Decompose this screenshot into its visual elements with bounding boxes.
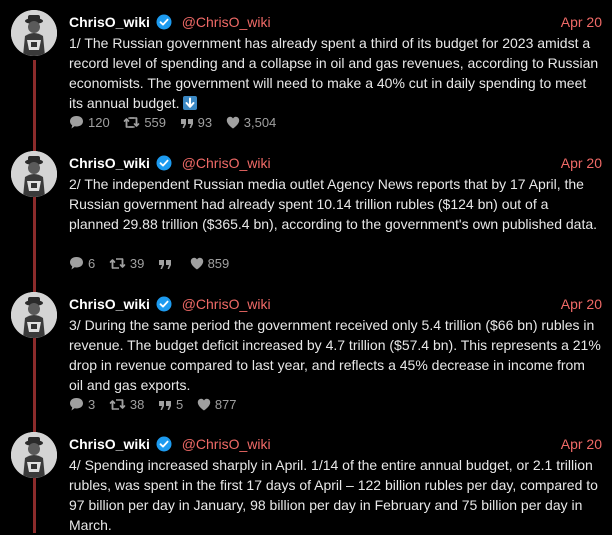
reply-button[interactable]: 6 <box>69 255 95 273</box>
verified-badge-icon <box>156 155 172 176</box>
tweet-date[interactable]: Apr 20 <box>561 12 602 32</box>
quote-button[interactable]: 5 <box>158 396 183 414</box>
avatar-image <box>11 292 57 338</box>
avatar[interactable] <box>11 292 57 338</box>
reply-icon <box>70 257 83 270</box>
retweet-button[interactable]: 559 <box>123 114 166 132</box>
author-name[interactable]: ChrisO_wiki <box>69 155 150 171</box>
tweet-date[interactable]: Apr 20 <box>561 434 602 454</box>
tweet-text: 2/ The independent Russian media outlet … <box>69 176 598 232</box>
avatar[interactable] <box>11 432 57 478</box>
tweet-text: 3/ During the same period the government… <box>69 317 601 393</box>
tweet-actions: 3 38 5 877 <box>69 396 247 414</box>
tweet-header: ChrisO_wiki @ChrisO_wiki Apr 20 <box>69 12 602 32</box>
author-handle[interactable]: @ChrisO_wiki <box>182 436 271 452</box>
reply-count: 6 <box>88 256 96 271</box>
quote-button[interactable] <box>158 255 176 273</box>
author-handle[interactable]: @ChrisO_wiki <box>182 14 271 30</box>
retweet-icon <box>109 399 126 410</box>
reply-count: 120 <box>88 115 110 130</box>
author-handle[interactable]: @ChrisO_wiki <box>182 155 271 171</box>
tweet-header: ChrisO_wiki @ChrisO_wiki Apr 20 <box>69 294 602 314</box>
tweet-date[interactable]: Apr 20 <box>561 294 602 314</box>
verified-badge-icon <box>156 296 172 317</box>
retweet-button[interactable]: 38 <box>109 396 144 414</box>
verified-badge-icon <box>156 436 172 457</box>
reply-button[interactable]: 120 <box>69 114 110 132</box>
tweet-text-content: 1/ The Russian government has already sp… <box>69 35 599 111</box>
tweet-actions: 120 559 93 3,504 <box>69 114 286 132</box>
like-button[interactable]: 877 <box>197 396 237 414</box>
quote-count: 5 <box>175 397 184 412</box>
author-name[interactable]: ChrisO_wiki <box>69 296 150 312</box>
avatar-image <box>11 10 57 56</box>
avatar-image <box>11 151 57 197</box>
retweet-icon <box>124 117 140 128</box>
heart-icon <box>197 398 211 411</box>
avatar[interactable] <box>11 10 57 56</box>
reply-icon <box>70 398 83 411</box>
tweet-text: 1/ The Russian government has already sp… <box>69 33 602 113</box>
tweet-text: 4/ Spending increased sharply in April. … <box>69 457 598 533</box>
reply-button[interactable]: 3 <box>69 396 95 414</box>
like-count: 877 <box>214 397 237 412</box>
quote-count: 93 <box>197 115 213 130</box>
like-button[interactable]: 859 <box>190 255 230 273</box>
reply-count: 3 <box>88 397 96 412</box>
like-count: 3,504 <box>243 115 277 130</box>
verified-badge-icon <box>156 14 172 35</box>
like-button[interactable]: 3,504 <box>226 114 277 132</box>
tweet-header: ChrisO_wiki @ChrisO_wiki Apr 20 <box>69 153 602 173</box>
heart-icon <box>226 116 239 129</box>
quote-icon <box>158 401 171 410</box>
author-name[interactable]: ChrisO_wiki <box>69 436 150 452</box>
retweet-button[interactable]: 39 <box>109 255 144 273</box>
quote-icon <box>180 119 193 128</box>
tweet-actions: 6 39 859 <box>69 255 239 273</box>
down-arrow-emoji-icon <box>182 96 197 110</box>
author-handle[interactable]: @ChrisO_wiki <box>182 296 271 312</box>
retweet-count: 559 <box>144 115 167 130</box>
retweet-count: 39 <box>129 256 145 271</box>
avatar[interactable] <box>11 151 57 197</box>
avatar-image <box>11 432 57 478</box>
retweet-icon <box>109 258 126 269</box>
tweet-header: ChrisO_wiki @ChrisO_wiki Apr 20 <box>69 434 602 454</box>
retweet-count: 38 <box>129 397 145 412</box>
like-count: 859 <box>207 256 230 271</box>
heart-icon <box>190 257 203 270</box>
tweet-date[interactable]: Apr 20 <box>561 153 602 173</box>
quote-button[interactable]: 93 <box>180 114 212 132</box>
author-name[interactable]: ChrisO_wiki <box>69 14 150 30</box>
quote-icon <box>158 260 171 269</box>
reply-icon <box>70 116 83 129</box>
